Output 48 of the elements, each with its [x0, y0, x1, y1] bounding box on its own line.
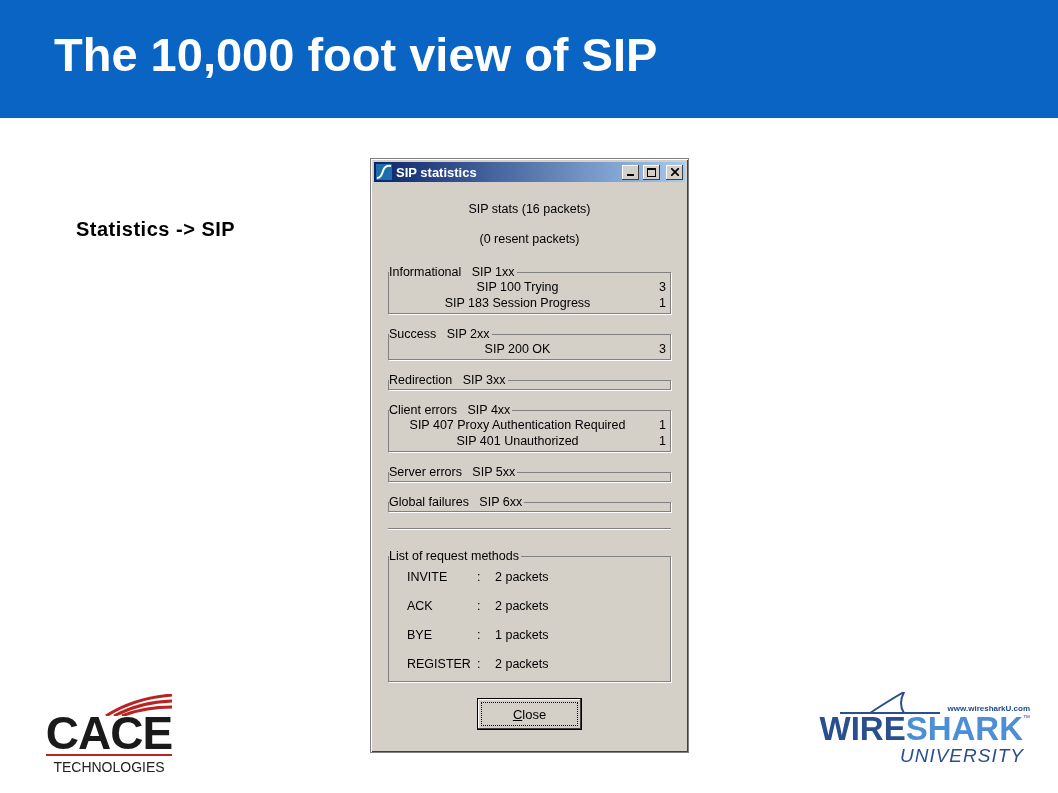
logo-wordmark: WIRE: [819, 713, 906, 745]
window-title: SIP statistics: [396, 164, 478, 180]
logo-subtitle: TECHNOLOGIES: [53, 759, 165, 775]
status-count: 3: [658, 341, 666, 357]
maximize-icon: [647, 167, 656, 177]
menu-path: Statistics -> SIP: [76, 218, 237, 241]
minimize-button[interactable]: [622, 164, 639, 180]
method-name: ACK: [407, 598, 434, 615]
group-legend: Client errors SIP 4xx: [389, 404, 513, 417]
logo-wordmark: CACE: [45, 712, 173, 756]
separator: :: [477, 627, 482, 644]
method-name: BYE: [407, 627, 433, 644]
wave-icon: [376, 164, 392, 180]
packet-count: 2 packets: [495, 656, 550, 673]
status-label: SIP 407 Proxy Authentication Required: [408, 417, 627, 433]
separator: :: [477, 598, 482, 615]
slide-title: The 10,000 foot view of SIP: [54, 26, 658, 83]
logo-wordmark: SHARK: [905, 713, 1023, 745]
group-legend: Server errors SIP 5xx: [389, 466, 518, 479]
method-name: REGISTER: [407, 656, 472, 673]
method-name: INVITE: [407, 569, 449, 586]
packet-count: 2 packets: [495, 569, 550, 586]
close-dialog-button[interactable]: Close: [477, 698, 582, 730]
group-legend: Success SIP 2xx: [389, 328, 492, 341]
swoosh-icon: [104, 694, 174, 716]
status-count: 1: [658, 433, 666, 449]
group-legend: Informational SIP 1xx: [389, 266, 517, 279]
status-label: SIP 100 Trying: [475, 279, 560, 295]
close-button[interactable]: [666, 164, 683, 180]
close-icon: [670, 168, 679, 176]
status-label: SIP 200 OK: [483, 341, 552, 357]
group-legend: List of request methods: [389, 550, 521, 563]
group-legend: Global failures SIP 6xx: [389, 496, 525, 509]
group-legend: Redirection SIP 3xx: [389, 374, 508, 387]
packet-count: 2 packets: [495, 598, 550, 615]
status-count: 1: [658, 295, 666, 311]
summary-text: (0 resent packets): [478, 232, 581, 246]
status-count: 3: [658, 279, 666, 295]
separator: :: [477, 569, 482, 586]
maximize-button[interactable]: [643, 164, 660, 180]
status-label: SIP 183 Session Progress: [443, 295, 592, 311]
status-count: 1: [658, 417, 666, 433]
status-label: SIP 401 Unauthorized: [455, 433, 580, 449]
logo-subtitle: UNIVERSITY: [899, 745, 1024, 767]
logo-url: www.wiresharkU.com: [947, 704, 1030, 713]
separator: :: [477, 656, 482, 673]
summary-text: SIP stats (16 packets): [467, 202, 592, 216]
packet-count: 1 packets: [495, 627, 550, 644]
